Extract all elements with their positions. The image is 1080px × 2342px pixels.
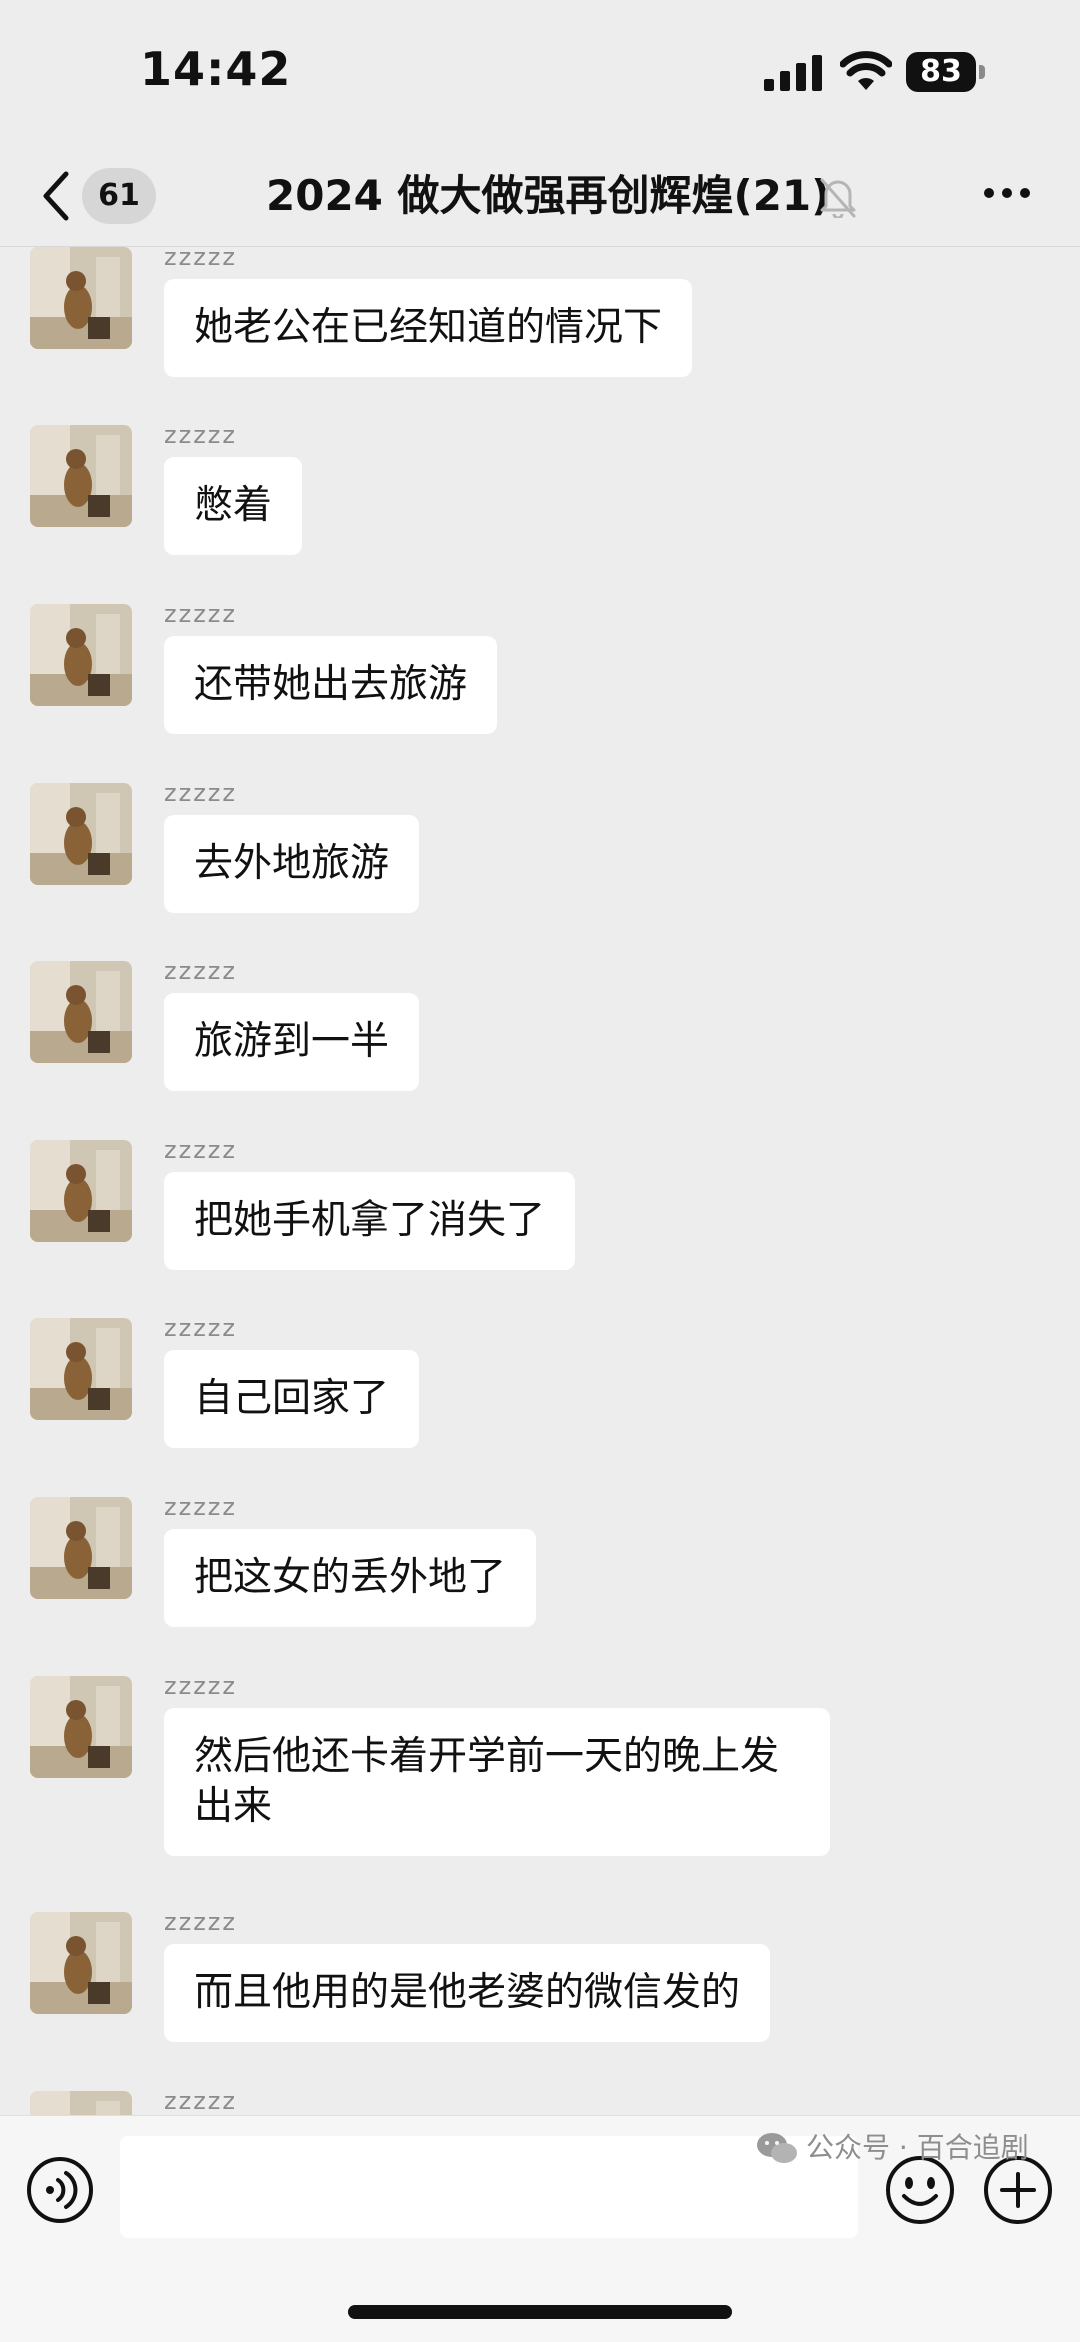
avatar[interactable] <box>30 1318 132 1420</box>
sender-name: zzzzz <box>164 1314 237 1342</box>
avatar[interactable] <box>30 247 132 349</box>
sender-name: zzzzz <box>164 247 237 271</box>
avatar[interactable] <box>30 1912 132 2014</box>
message-bubble[interactable]: 她老公在已经知道的情况下 <box>164 279 693 377</box>
message-bubble[interactable]: 憋着 <box>164 457 303 555</box>
sender-name: zzzzz <box>164 421 237 449</box>
wifi-icon <box>840 51 892 90</box>
unread-count-badge[interactable]: 61 <box>82 168 156 224</box>
message-list[interactable]: zzzzz 她老公在已经知道的情况下 zzzzz 憋着 zzzzz 还带她出去旅… <box>0 247 1080 2115</box>
message-bubble[interactable]: 还带她出去旅游 <box>164 636 498 734</box>
bell-muted-icon <box>820 178 856 218</box>
watermark-text: 公众号 · 百合追剧 <box>806 2131 1029 2164</box>
more-dots-icon[interactable] <box>982 186 1032 200</box>
message-input[interactable] <box>120 2136 858 2238</box>
message-bubble[interactable]: 把她手机拿了消失了 <box>164 1172 576 1270</box>
message-bubble[interactable]: 去外地旅游 <box>164 815 420 913</box>
watermark: 公众号 · 百合追剧 <box>756 2117 1029 2178</box>
chat-title[interactable]: 2024 做大做强再创辉煌(21) <box>266 164 830 228</box>
status-bar: 14:42 83 <box>0 0 1080 148</box>
cellular-signal-icon <box>764 55 822 91</box>
home-indicator[interactable] <box>348 2305 732 2319</box>
avatar[interactable] <box>30 2091 132 2115</box>
avatar[interactable] <box>30 1497 132 1599</box>
sender-name: zzzzz <box>164 1672 237 1700</box>
sender-name: zzzzz <box>164 957 237 985</box>
sender-name: zzzzz <box>164 1136 237 1164</box>
message-bubble[interactable]: 然后他还卡着开学前一天的晚上发出来 <box>164 1708 830 1856</box>
status-time: 14:42 <box>140 42 292 96</box>
avatar[interactable] <box>30 425 132 527</box>
sender-name: zzzzz <box>164 1493 237 1521</box>
avatar[interactable] <box>30 1676 132 1778</box>
message-bubble[interactable]: 把这女的丢外地了 <box>164 1529 537 1627</box>
avatar[interactable] <box>30 783 132 885</box>
message-bubble[interactable]: 而且他用的是他老婆的微信发的 <box>164 1944 771 2042</box>
avatar[interactable] <box>30 961 132 1063</box>
chat-nav-bar: 61 2024 做大做强再创辉煌(21) <box>0 148 1080 247</box>
message-bubble[interactable]: 自己回家了 <box>164 1350 420 1448</box>
battery-icon: 83 <box>906 52 986 92</box>
sender-name: zzzzz <box>164 1908 237 1936</box>
chevron-left-icon[interactable] <box>40 168 72 224</box>
sender-name: zzzzz <box>164 600 237 628</box>
sender-name: zzzzz <box>164 2087 237 2115</box>
voice-icon[interactable] <box>26 2156 94 2224</box>
avatar[interactable] <box>30 604 132 706</box>
wechat-logo-icon <box>757 2133 797 2163</box>
sender-name: zzzzz <box>164 779 237 807</box>
avatar[interactable] <box>30 1140 132 1242</box>
battery-level: 83 <box>906 52 976 92</box>
message-bubble[interactable]: 旅游到一半 <box>164 993 420 1091</box>
